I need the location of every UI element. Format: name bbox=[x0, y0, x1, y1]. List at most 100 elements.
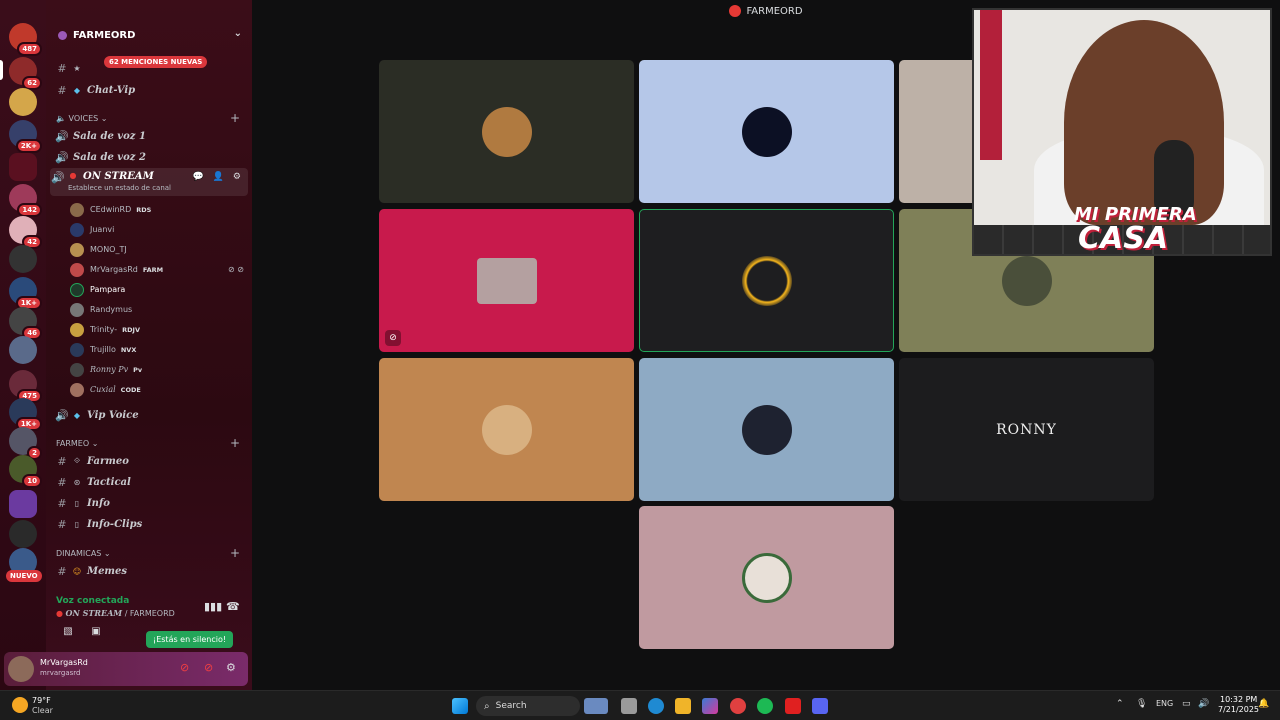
server-icon[interactable]: 42 bbox=[9, 216, 42, 249]
document-icon: ▯ bbox=[74, 519, 80, 529]
edge-browser-icon[interactable] bbox=[648, 698, 664, 714]
user-display-name[interactable]: MrVargasRd bbox=[40, 658, 88, 667]
voice-user[interactable]: Trinity- RDJV bbox=[70, 320, 246, 339]
chevron-down-icon[interactable]: ⌄ bbox=[234, 28, 242, 39]
disconnect-icon[interactable]: ☎ bbox=[226, 600, 240, 613]
chevron-up-icon[interactable]: ⌃ bbox=[1116, 699, 1124, 709]
channel-info-clips[interactable]: # ▯ Info-Clips bbox=[54, 514, 246, 534]
weather-temp[interactable]: 79°F bbox=[32, 696, 51, 705]
server-badge: 142 bbox=[17, 203, 42, 217]
participant-tile[interactable] bbox=[379, 60, 634, 203]
clock-time[interactable]: 10:32 PM bbox=[1220, 695, 1257, 704]
language-indicator[interactable]: ENG bbox=[1156, 699, 1173, 708]
server-icon[interactable]: 1K+ bbox=[9, 398, 42, 431]
participant-tile[interactable] bbox=[379, 358, 634, 501]
channel-sala-2[interactable]: 🔊 Sala de voz 2 bbox=[54, 147, 246, 167]
channel-vip-voice[interactable]: 🔊 ◆ Vip Voice bbox=[54, 405, 246, 425]
widgets-icon[interactable] bbox=[584, 698, 608, 714]
channel-memes[interactable]: # ☺ Memes bbox=[54, 561, 246, 581]
voice-channel-name: ON STREAM bbox=[65, 608, 123, 618]
server-icon[interactable] bbox=[9, 520, 37, 548]
voice-user[interactable]: Trujillo NVX bbox=[70, 340, 246, 359]
channel-info[interactable]: # ▯ Info bbox=[54, 493, 246, 513]
start-windows-icon[interactable] bbox=[452, 698, 468, 714]
screen-share-button[interactable]: ▣ bbox=[66, 626, 126, 642]
new-servers-badge[interactable]: NUEVO bbox=[6, 570, 42, 582]
server-icon[interactable] bbox=[9, 153, 37, 181]
participant-tile[interactable]: RONNY bbox=[899, 358, 1154, 501]
server-icon[interactable] bbox=[9, 88, 37, 116]
channel-name: Info bbox=[87, 497, 110, 509]
participant-tile[interactable] bbox=[639, 358, 894, 501]
voice-user[interactable]: CEdwinRD RDS bbox=[70, 200, 246, 219]
voice-user[interactable]: MrVargasRd FARM ⊘ ⊘ bbox=[70, 260, 246, 279]
server-icon[interactable]: 10 bbox=[9, 455, 42, 488]
participant-tile-speaking[interactable] bbox=[639, 209, 894, 352]
voice-user[interactable]: MONO_TJ bbox=[70, 240, 246, 259]
server-icon[interactable]: 2 bbox=[9, 427, 42, 460]
file-explorer-icon[interactable] bbox=[675, 698, 691, 714]
avatar[interactable] bbox=[8, 656, 34, 682]
server-icon[interactable]: 1K+ bbox=[9, 277, 42, 310]
add-channel-icon[interactable]: + bbox=[230, 111, 240, 125]
spotify-icon[interactable] bbox=[757, 698, 773, 714]
server-icon[interactable]: 46 bbox=[9, 307, 42, 340]
participant-tile[interactable] bbox=[639, 506, 894, 649]
channel-farmeo[interactable]: # ⟐ Farmeo bbox=[54, 451, 246, 471]
category-voices[interactable]: 🔈 VOICES ⌄ + bbox=[56, 110, 246, 126]
server-icon[interactable] bbox=[9, 490, 37, 518]
new-mentions-pill[interactable]: 62 MENCIONES NUEVAS bbox=[104, 56, 208, 68]
channel-on-stream[interactable]: 🔊 ● ON STREAM Establece un estado de canal… bbox=[50, 168, 248, 196]
server-icon[interactable]: 62 bbox=[9, 57, 42, 90]
participant-tile[interactable] bbox=[639, 60, 894, 203]
window-title: FARMEORD bbox=[746, 5, 803, 17]
weather-icon[interactable] bbox=[12, 697, 28, 713]
voice-user[interactable]: Pampara bbox=[70, 280, 246, 299]
voice-user[interactable]: Cuxial CODE bbox=[70, 380, 246, 399]
voice-user[interactable]: Juanvi bbox=[70, 220, 246, 239]
server-header[interactable]: FARMEORD ⌄ bbox=[46, 22, 252, 48]
participant-avatar bbox=[481, 404, 532, 455]
microphone-icon[interactable]: 🎙 bbox=[1136, 699, 1147, 709]
voice-user[interactable]: Ronny Pv Pv bbox=[70, 360, 246, 379]
taskbar-search[interactable]: ⌕ Search bbox=[476, 696, 580, 716]
channel-sala-1[interactable]: 🔊 Sala de voz 1 bbox=[54, 126, 246, 146]
discord-icon[interactable] bbox=[812, 698, 828, 714]
task-view-icon[interactable] bbox=[621, 698, 637, 714]
channel-action-icons[interactable]: 💬 👤 ⚙ bbox=[193, 172, 244, 182]
hash-icon: # bbox=[57, 496, 67, 510]
server-icon[interactable] bbox=[9, 245, 37, 273]
recording-app-icon[interactable] bbox=[785, 698, 801, 714]
weather-desc: Clear bbox=[32, 706, 53, 715]
category-dinamicas[interactable]: DINAMICAS ⌄ + bbox=[56, 545, 246, 561]
headphones-deafen-icon[interactable]: ⊘ bbox=[204, 661, 213, 674]
mic-muted-icon[interactable]: ⊘ bbox=[180, 661, 189, 674]
soundboard-icon[interactable]: ▮▮▮ bbox=[204, 600, 222, 613]
participant-tile[interactable]: ⊘ bbox=[379, 209, 634, 352]
document-icon: ▯ bbox=[74, 498, 80, 508]
voice-user[interactable]: Randymus bbox=[70, 300, 246, 319]
voice-connected-label[interactable]: Voz conectada bbox=[56, 596, 129, 606]
add-channel-icon[interactable]: + bbox=[230, 436, 240, 450]
server-icon[interactable] bbox=[9, 336, 37, 364]
network-icon[interactable]: ▭ bbox=[1182, 699, 1191, 709]
voice-channel-info[interactable]: ● ON STREAM / FARMEORD bbox=[56, 608, 175, 618]
avatar bbox=[70, 322, 84, 337]
avatar bbox=[70, 382, 84, 397]
server-icon[interactable]: 2K+ bbox=[9, 120, 42, 153]
server-badge: 2K+ bbox=[15, 139, 42, 153]
chrome-icon[interactable] bbox=[730, 698, 746, 714]
volume-icon[interactable]: 🔊 bbox=[1198, 699, 1209, 709]
server-icon-home[interactable]: 487 bbox=[9, 23, 42, 56]
clock-date[interactable]: 7/21/2025 bbox=[1218, 705, 1259, 714]
channel-chat-vip[interactable]: # ◆ Chat-Vip bbox=[54, 80, 246, 100]
add-channel-icon[interactable]: + bbox=[230, 546, 240, 560]
channel-status-prompt[interactable]: Establece un estado de canal bbox=[68, 184, 171, 192]
server-icon[interactable]: 142 bbox=[9, 184, 42, 217]
category-farmeo[interactable]: FARMEO ⌄ + bbox=[56, 435, 246, 451]
copilot-icon[interactable] bbox=[702, 698, 718, 714]
server-icon[interactable]: 475 bbox=[9, 370, 42, 403]
notification-bell-icon[interactable]: 🔔 bbox=[1258, 699, 1269, 709]
gear-icon[interactable]: ⚙ bbox=[226, 661, 236, 674]
channel-tactical[interactable]: # ⊛ Tactical bbox=[54, 472, 246, 492]
